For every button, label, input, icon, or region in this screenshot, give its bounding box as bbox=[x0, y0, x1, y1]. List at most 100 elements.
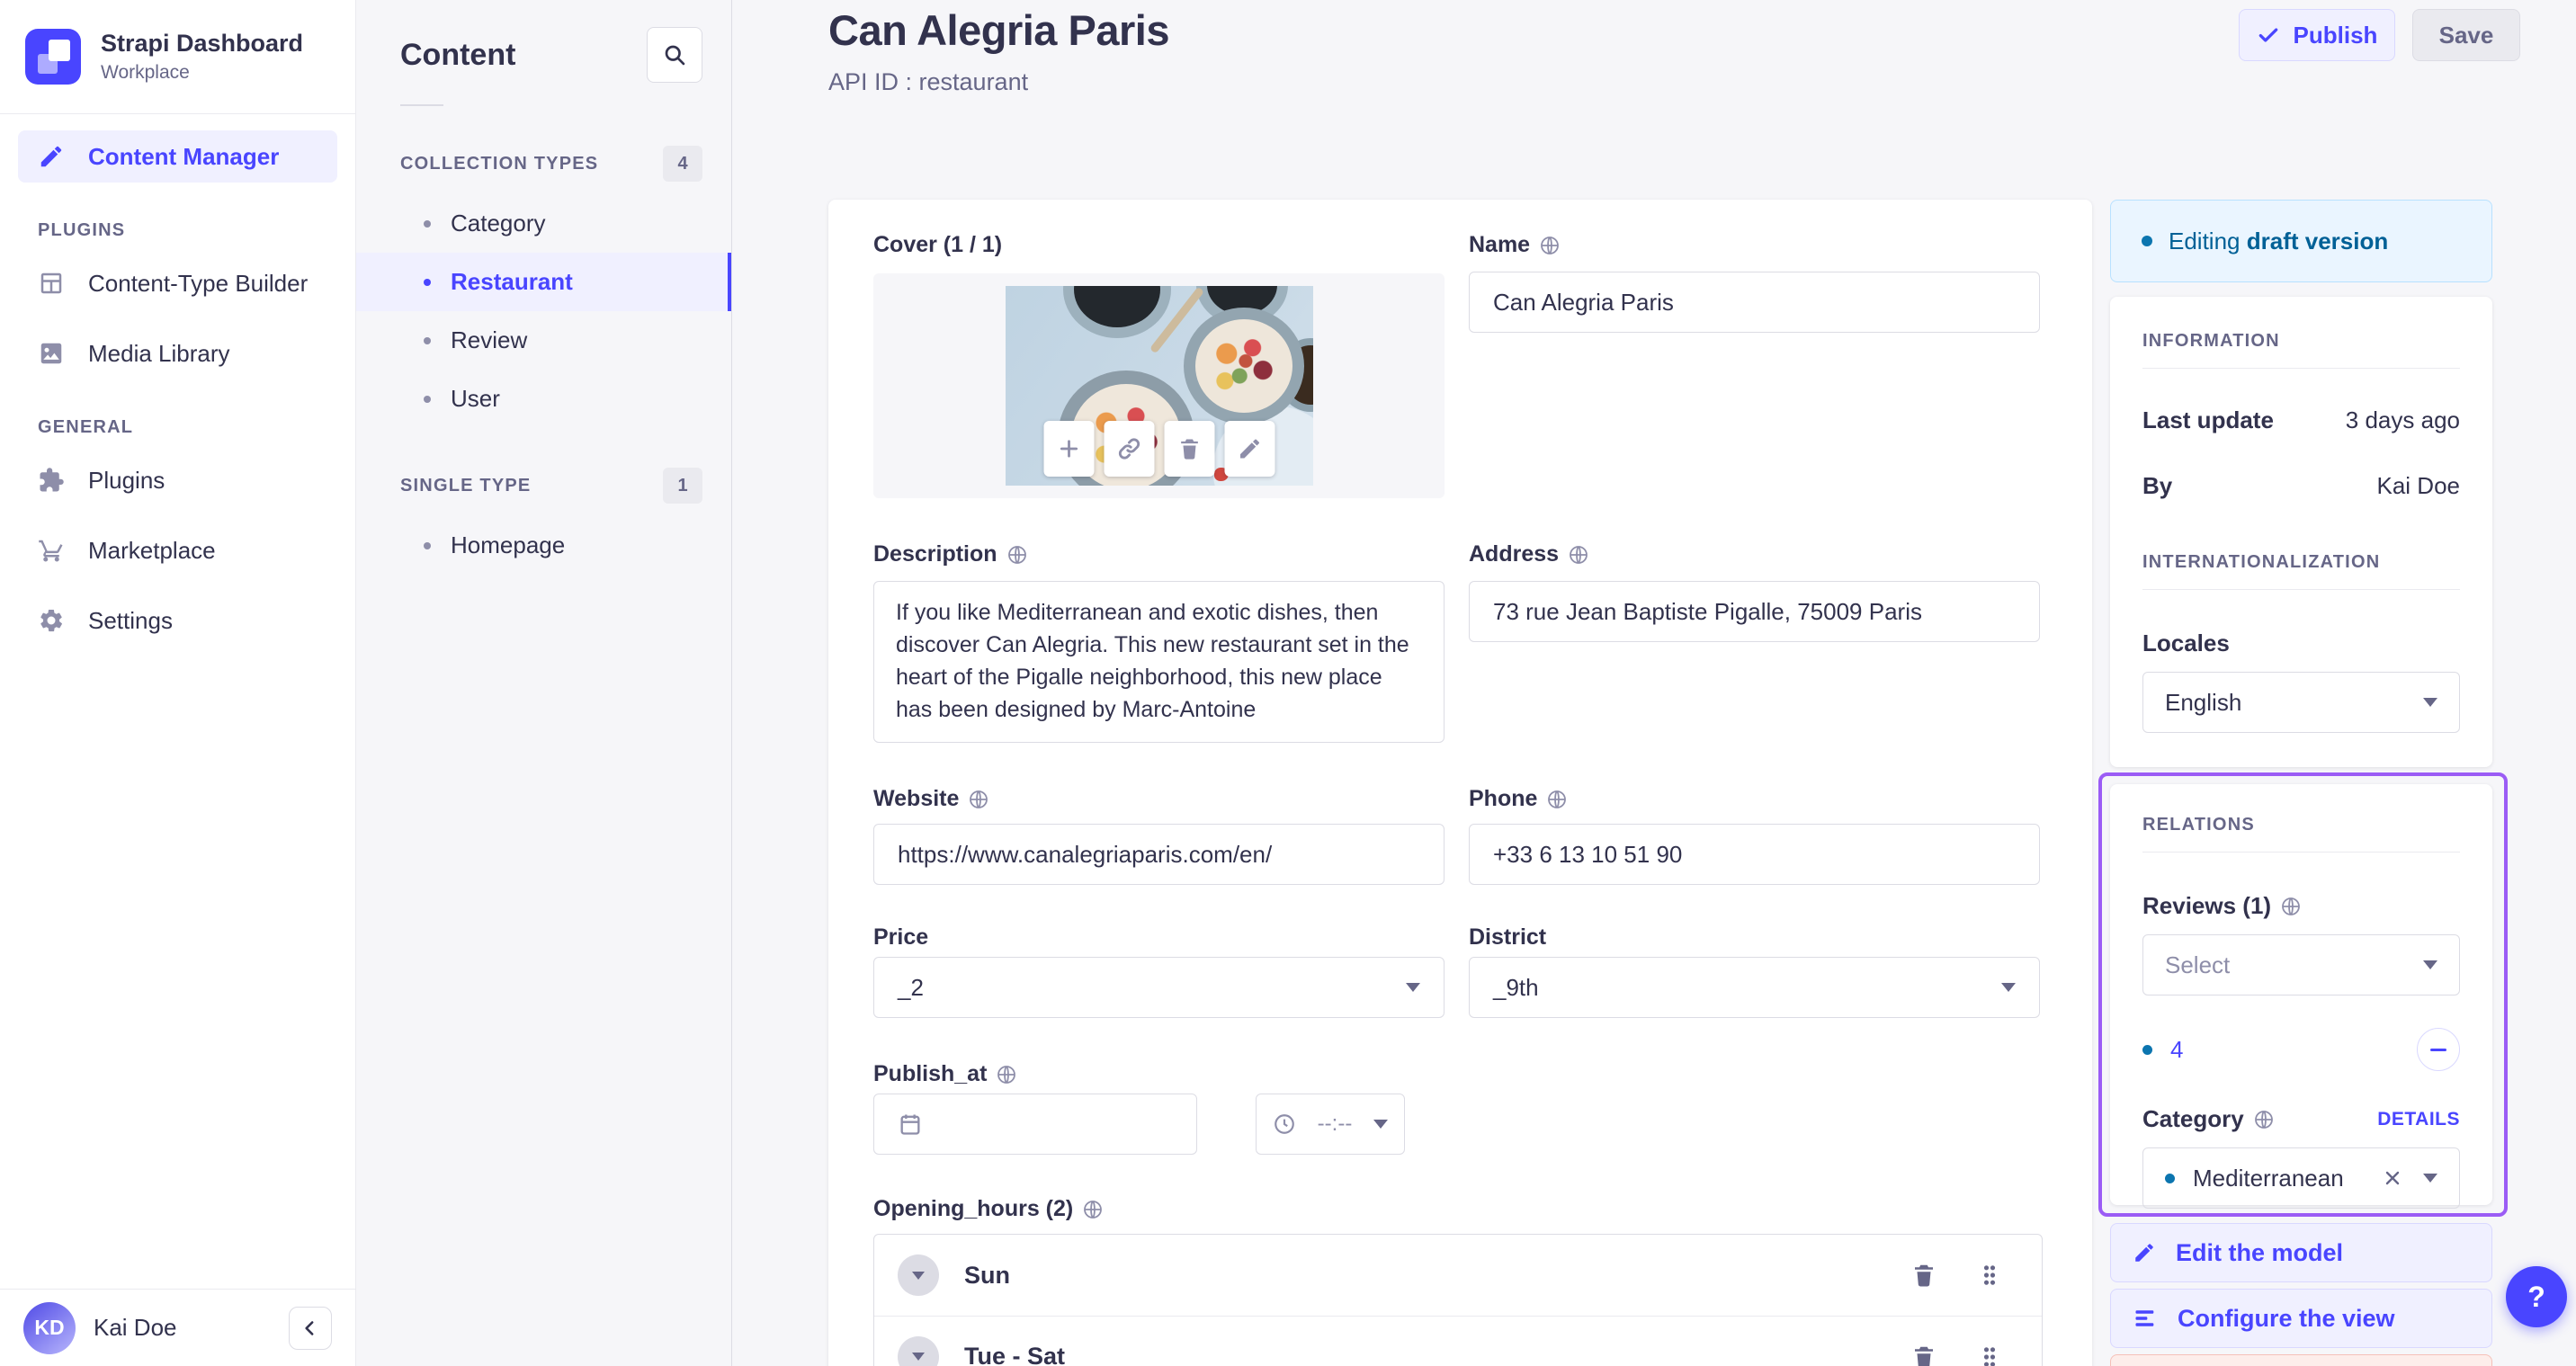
time-placeholder: --:-- bbox=[1317, 1112, 1353, 1136]
chevron-down-icon bbox=[2001, 983, 2016, 992]
pencil-icon bbox=[38, 143, 65, 170]
locales-label: Locales bbox=[2142, 629, 2230, 656]
remove-relation-button[interactable] bbox=[2417, 1028, 2460, 1071]
workspace-subtitle: Workplace bbox=[101, 62, 190, 83]
globe-icon bbox=[1006, 544, 1028, 566]
sidebar-item-content-type-builder[interactable]: Content-Type Builder bbox=[18, 257, 337, 309]
status-dot-icon bbox=[2142, 236, 2152, 246]
sidebar-item-marketplace[interactable]: Marketplace bbox=[18, 524, 337, 576]
relations-card: RELATIONS Reviews (1) Select 4 Category bbox=[2110, 784, 2492, 1209]
trash-icon bbox=[1176, 436, 1202, 461]
reviews-label: Reviews (1) bbox=[2142, 892, 2460, 920]
clear-icon[interactable] bbox=[2382, 1167, 2403, 1189]
help-button[interactable]: ? bbox=[2506, 1266, 2567, 1327]
address-input[interactable] bbox=[1469, 581, 2040, 642]
draft-banner-bold: draft version bbox=[2246, 227, 2389, 254]
delete-media-button[interactable] bbox=[1164, 421, 1214, 477]
reviews-placeholder: Select bbox=[2165, 951, 2231, 978]
subnav-item-review[interactable]: Review bbox=[356, 311, 731, 370]
sidebar-item-plugins[interactable]: Plugins bbox=[18, 454, 337, 506]
puzzle-icon bbox=[38, 467, 65, 494]
accordion-toggle-button[interactable] bbox=[898, 1335, 939, 1366]
accordion-row-tue-sat[interactable]: Tue - Sat bbox=[874, 1316, 2042, 1366]
search-button[interactable] bbox=[647, 27, 702, 83]
link-icon bbox=[1116, 436, 1141, 461]
edit-media-button[interactable] bbox=[1224, 421, 1275, 477]
draft-version-banner: Editing draft version bbox=[2110, 200, 2492, 282]
status-dot-icon bbox=[2142, 1044, 2152, 1055]
subnav-item-user[interactable]: User bbox=[356, 370, 731, 428]
check-icon bbox=[2257, 23, 2280, 47]
save-button[interactable]: Save bbox=[2412, 9, 2520, 61]
edit-model-button[interactable]: Edit the model bbox=[2110, 1223, 2492, 1282]
divider bbox=[2142, 852, 2460, 853]
reviews-select[interactable]: Select bbox=[2142, 934, 2460, 995]
subnav-item-label: Homepage bbox=[451, 531, 566, 558]
trash-icon[interactable] bbox=[1910, 1262, 1937, 1289]
relations-title: RELATIONS bbox=[2142, 815, 2255, 835]
clock-icon bbox=[1273, 1112, 1296, 1136]
avatar[interactable]: KD bbox=[23, 1301, 76, 1354]
chevron-left-icon bbox=[299, 1317, 322, 1340]
pencil-icon bbox=[1237, 436, 1262, 461]
subnav-item-label: User bbox=[451, 385, 500, 412]
review-relation-link[interactable]: 4 bbox=[2170, 1036, 2417, 1064]
subnav-item-restaurant[interactable]: Restaurant bbox=[356, 253, 731, 311]
by-value: Kai Doe bbox=[2376, 472, 2461, 499]
description-textarea[interactable]: If you like Mediterranean and exotic dis… bbox=[873, 581, 1445, 743]
strapi-dashboard: Strapi Dashboard Workplace Content Manag… bbox=[0, 0, 2576, 1366]
name-label: Name bbox=[1469, 232, 1561, 258]
api-id-subtitle: API ID : restaurant bbox=[828, 68, 1029, 95]
layout-grid-icon bbox=[38, 270, 65, 297]
accordion-title: Tue - Sat bbox=[964, 1343, 1066, 1366]
district-label: District bbox=[1469, 924, 1547, 950]
bullet-icon bbox=[424, 219, 431, 228]
sidebar-item-media-library[interactable]: Media Library bbox=[18, 327, 337, 379]
workspace-brand[interactable]: Strapi Dashboard Workplace bbox=[0, 0, 355, 114]
globe-icon bbox=[2253, 1109, 2275, 1130]
details-link[interactable]: DETAILS bbox=[2377, 1109, 2460, 1130]
cover-image[interactable] bbox=[1005, 286, 1313, 486]
locale-select[interactable]: English bbox=[2142, 672, 2460, 733]
category-select[interactable]: Mediterranean bbox=[2142, 1147, 2460, 1209]
internationalization-title: INTERNATIONALIZATION bbox=[2142, 552, 2381, 572]
accordion-title: Sun bbox=[964, 1261, 1010, 1289]
page-title: Can Alegria Paris bbox=[828, 6, 1169, 54]
website-input[interactable] bbox=[873, 824, 1445, 885]
sidebar-item-content-manager[interactable]: Content Manager bbox=[18, 130, 337, 183]
accordion-toggle-button[interactable] bbox=[898, 1254, 939, 1296]
by-label: By bbox=[2142, 472, 2173, 499]
drag-handle-icon[interactable] bbox=[1977, 1263, 2002, 1288]
price-select[interactable]: _2 bbox=[873, 957, 1445, 1018]
publish-button[interactable]: Publish bbox=[2239, 9, 2395, 61]
sidebar-item-settings[interactable]: Settings bbox=[18, 594, 337, 647]
add-media-button[interactable] bbox=[1043, 421, 1094, 477]
chevron-down-icon bbox=[2423, 960, 2437, 969]
address-label: Address bbox=[1469, 541, 1589, 567]
globe-icon bbox=[968, 789, 989, 810]
workspace-title: Strapi Dashboard bbox=[101, 30, 304, 57]
configure-view-button[interactable]: Configure the view bbox=[2110, 1289, 2492, 1348]
count-badge: 4 bbox=[663, 146, 702, 182]
opening-hours-component: Sun Tue - Sat bbox=[873, 1234, 2043, 1366]
name-input[interactable] bbox=[1469, 272, 2040, 333]
sidebar-item-label: Marketplace bbox=[88, 536, 216, 564]
copy-link-button[interactable] bbox=[1104, 421, 1154, 477]
subnav-item-label: Category bbox=[451, 210, 546, 237]
publish-at-time-select[interactable]: --:-- bbox=[1256, 1094, 1405, 1155]
district-select[interactable]: _9th bbox=[1469, 957, 2040, 1018]
publish-at-date-input[interactable] bbox=[873, 1094, 1197, 1155]
question-mark-icon: ? bbox=[2527, 1280, 2545, 1313]
trash-icon[interactable] bbox=[1910, 1344, 1937, 1366]
drag-handle-icon[interactable] bbox=[1977, 1344, 2002, 1366]
delete-entry-button[interactable] bbox=[2110, 1354, 2492, 1366]
collapse-sidebar-button[interactable] bbox=[289, 1306, 332, 1350]
nav-section-plugins: PLUGINS bbox=[38, 220, 126, 240]
subnav-item-category[interactable]: Category bbox=[356, 194, 731, 253]
subnav-item-homepage[interactable]: Homepage bbox=[356, 516, 731, 575]
bullet-icon bbox=[424, 541, 431, 549]
phone-input[interactable] bbox=[1469, 824, 2040, 885]
accordion-row-sun[interactable]: Sun bbox=[874, 1235, 2042, 1316]
edit-model-label: Edit the model bbox=[2176, 1238, 2344, 1266]
website-label: Website bbox=[873, 786, 989, 812]
